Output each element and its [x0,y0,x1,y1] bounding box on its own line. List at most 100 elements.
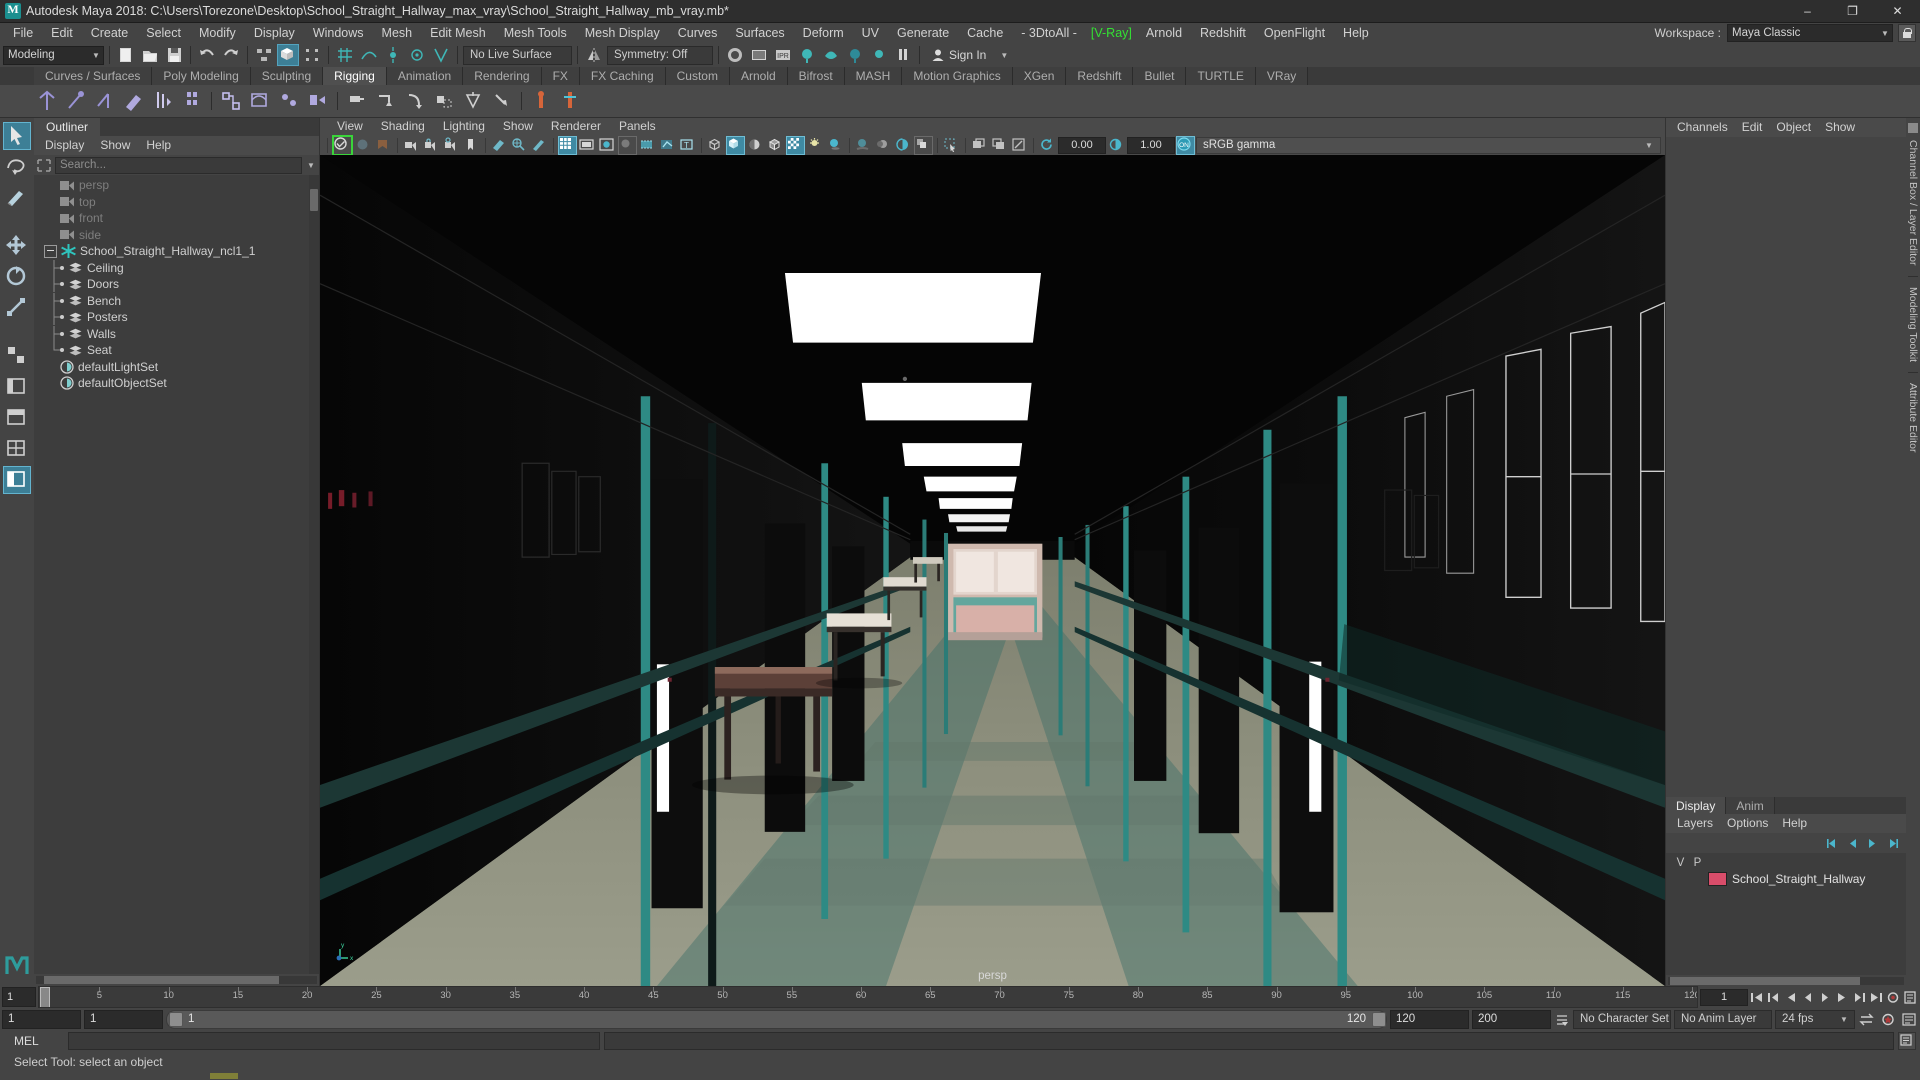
camera-settings-icon[interactable] [442,136,461,155]
shelf-tab-poly-modeling[interactable]: Poly Modeling [152,67,251,85]
menu-mesh[interactable]: Mesh [373,23,422,43]
lasso-tool[interactable] [3,153,31,181]
hik-character-icon[interactable] [528,88,554,114]
anim-layer-dropdown[interactable]: No Anim Layer [1674,1009,1772,1029]
snap-to-curve-icon[interactable] [358,44,380,66]
snap-to-point-icon[interactable] [382,44,404,66]
step-forward-frame-icon[interactable] [1834,989,1850,1006]
layer-first-icon[interactable] [1825,836,1840,851]
move-tool[interactable] [3,232,31,260]
script-editor-icon[interactable] [1898,1032,1916,1050]
shelf-tab-bullet[interactable]: Bullet [1133,67,1187,85]
channelbox-menu-show[interactable]: Show [1818,118,1862,137]
redo-icon[interactable] [220,44,242,66]
character-set-icon[interactable] [179,88,205,114]
range-left-handle[interactable] [169,1011,183,1027]
grease-pencil-icon[interactable] [530,136,549,155]
playback-options-icon[interactable] [1554,1011,1570,1028]
xray-joints-icon[interactable] [658,136,677,155]
display-layer-list[interactable]: V P School_Straight_Hallway [1666,853,1906,975]
exposure-reset-icon[interactable] [1038,136,1057,155]
layer-prev-icon[interactable] [1845,836,1860,851]
gate-mask-icon[interactable] [618,135,637,155]
shelf-tab-turtle[interactable]: TURTLE [1186,67,1256,85]
shelf-tab-mash[interactable]: MASH [844,67,903,85]
scrollbar-thumb[interactable] [310,189,318,211]
layer-next-icon[interactable] [1865,836,1880,851]
ipr-render-icon[interactable] [748,44,770,66]
save-scene-icon[interactable] [163,44,185,66]
menu-redshift[interactable]: Redshift [1191,23,1255,43]
two-pane-layout-icon[interactable] [3,404,31,432]
xray-icon[interactable] [638,136,657,155]
lock-icon[interactable] [1898,24,1916,42]
viewport-menu-lighting[interactable]: Lighting [434,118,494,135]
bookmark-view-icon[interactable] [374,136,393,155]
shelf-tab-animation[interactable]: Animation [386,67,464,85]
layer-menu-help[interactable]: Help [1775,814,1814,833]
menu-deform[interactable]: Deform [794,23,853,43]
select-by-component-icon[interactable] [301,44,323,66]
anim-start-field[interactable]: 1 [2,1009,81,1029]
scrollbar-thumb[interactable] [44,976,279,984]
outliner-item-school-straight-hallway-ncl1-1[interactable]: School_Straight_Hallway_ncl1_1 [34,243,319,260]
menu-v-ray[interactable]: [V-Ray] [1086,23,1137,43]
viewport-menu-renderer[interactable]: Renderer [542,118,610,135]
shelf-tab-motion-graphics[interactable]: Motion Graphics [902,67,1013,85]
layer-last-icon[interactable] [1885,836,1900,851]
toggle-panel-layout-2-icon[interactable] [990,136,1009,155]
toggle-panel-layout-1-icon[interactable] [970,136,989,155]
snap-to-grid-icon[interactable] [334,44,356,66]
paint-weights-icon[interactable] [121,88,147,114]
menu-openflight[interactable]: OpenFlight [1255,23,1334,43]
wrap-deformer-icon[interactable] [247,88,273,114]
expand-collapse-toggle[interactable] [44,244,57,258]
time-slider[interactable]: 5 10 15 20 25 30 35 40 45 50 55 60 65 70 75 80 85 90 95 100… [38,986,1698,1008]
parent-constraint-icon[interactable] [489,88,515,114]
render-settings-icon[interactable]: IPR [772,44,794,66]
gamma-reset-icon[interactable] [1107,136,1126,155]
resolution-gate-icon[interactable] [598,136,617,155]
layer-editor-tab-anim[interactable]: Anim [1726,797,1775,814]
outliner-menu-display[interactable]: Display [38,136,91,155]
snap-tool[interactable] [3,342,31,370]
range-end-field[interactable]: 120 [1390,1009,1469,1029]
symmetry-field[interactable]: Symmetry: Off [607,45,713,65]
layer-menu-options[interactable]: Options [1720,814,1775,833]
select-tool[interactable] [3,122,31,150]
layer-menu-layers[interactable]: Layers [1670,814,1720,833]
motion-blur-icon[interactable] [874,136,893,155]
shade-selected-items-icon[interactable] [746,136,765,155]
snap-to-view-plane-icon[interactable] [430,44,452,66]
maximize-panel-icon[interactable] [1010,136,1029,155]
symmetry-mode-icon[interactable] [583,44,605,66]
scrollbar-track[interactable] [36,976,317,984]
menu-mesh-tools[interactable]: Mesh Tools [495,23,576,43]
shelf-tab-custom[interactable]: Custom [665,67,730,85]
outliner-item-defaultlightset[interactable]: defaultLightSet [34,359,319,376]
menu-help[interactable]: Help [1334,23,1378,43]
isolate-select-icon[interactable] [942,136,961,155]
depth-of-field-icon[interactable] [914,135,933,155]
shelf-tab-sculpting[interactable]: Sculpting [250,67,324,85]
paint-select-tool[interactable] [3,184,31,212]
create-ik-handle-icon[interactable] [63,88,89,114]
twod-pan-zoom-icon[interactable] [510,136,529,155]
lattice-deformer-icon[interactable] [218,88,244,114]
timeline-start-field[interactable]: 1 [2,987,36,1007]
selection-set-icon[interactable] [431,88,457,114]
right-tab-channel-box[interactable]: Channel Box / Layer Editor [1907,140,1919,266]
search-filter-icon[interactable] [36,158,52,173]
outliner-item-bench[interactable]: Bench [34,292,319,310]
maximize-button[interactable]: ❐ [1830,0,1875,22]
blend-shape-icon[interactable] [305,88,331,114]
menu-modify[interactable]: Modify [190,23,245,43]
menu-mesh-display[interactable]: Mesh Display [576,23,669,43]
shelf-tab-vray[interactable]: VRay [1255,67,1309,85]
outliner-vertical-scrollbar[interactable] [309,175,319,974]
outliner-item-front[interactable]: front [34,210,319,227]
command-input-field[interactable] [68,1032,600,1050]
pause-render-icon[interactable] [892,44,914,66]
menu-file[interactable]: File [4,23,42,43]
scale-tool[interactable] [3,294,31,322]
